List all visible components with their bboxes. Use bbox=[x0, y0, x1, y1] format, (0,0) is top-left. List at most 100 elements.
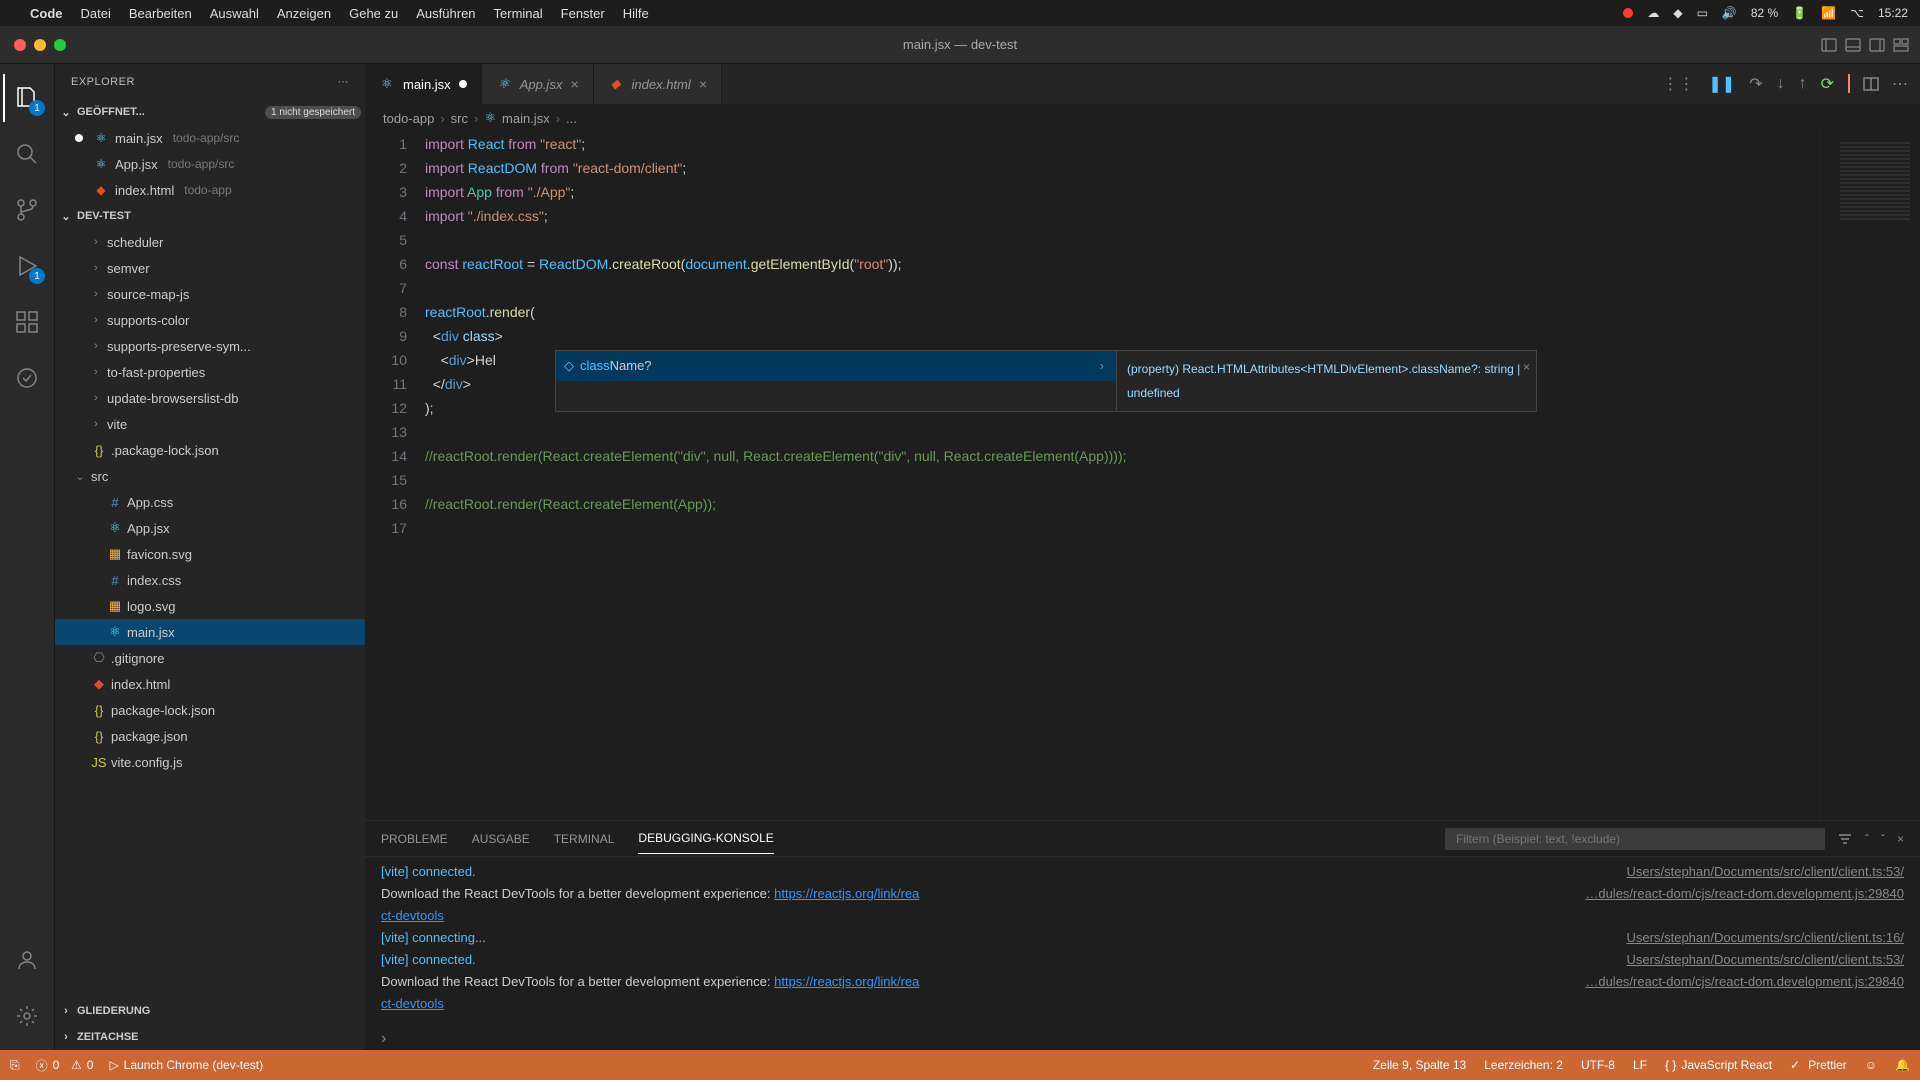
autocomplete-popup[interactable]: ◇ className? › (property) React.HTMLAttr… bbox=[555, 350, 1537, 412]
debug-stop-button[interactable] bbox=[1848, 75, 1850, 93]
panel-collapse-icon[interactable]: ˆ bbox=[1865, 832, 1869, 846]
file-tree-item[interactable]: ▦favicon.svg bbox=[55, 541, 365, 567]
breadcrumb-item[interactable]: src bbox=[451, 111, 468, 126]
file-tree-item[interactable]: ›vite bbox=[55, 411, 365, 437]
breadcrumb-item[interactable]: main.jsx bbox=[502, 111, 550, 126]
docker-icon[interactable]: ◆ bbox=[1673, 6, 1682, 20]
panel-tab-ausgabe[interactable]: AUSGABE bbox=[472, 824, 530, 854]
close-icon[interactable]: × bbox=[1523, 355, 1530, 379]
log-source-link[interactable]: Users/stephan/Documents/src/client/clien… bbox=[1627, 949, 1904, 971]
log-source-link[interactable]: …dules/react-dom/cjs/react-dom.developme… bbox=[1585, 883, 1904, 905]
recording-indicator-icon[interactable] bbox=[1623, 8, 1633, 18]
sidebar-more-icon[interactable]: ⋯ bbox=[338, 75, 350, 88]
file-tree-item[interactable]: {}package-lock.json bbox=[55, 697, 365, 723]
panel-tab-terminal[interactable]: TERMINAL bbox=[554, 824, 615, 854]
activity-extensions[interactable] bbox=[3, 298, 51, 346]
status-feedback-icon[interactable]: ☺ bbox=[1865, 1058, 1877, 1072]
window-minimize-button[interactable] bbox=[34, 39, 46, 51]
file-tree-item[interactable]: ⎔.gitignore bbox=[55, 645, 365, 671]
status-bell-icon[interactable]: 🔔 bbox=[1895, 1058, 1910, 1072]
status-cursor-position[interactable]: Zeile 9, Spalte 13 bbox=[1373, 1058, 1466, 1072]
code-content[interactable]: import React from "react"; import ReactD… bbox=[425, 132, 1920, 820]
close-icon[interactable]: × bbox=[570, 76, 578, 92]
menu-datei[interactable]: Datei bbox=[81, 6, 111, 21]
open-editor-item[interactable]: ⚛App.jsxtodo-app/src bbox=[55, 151, 365, 177]
file-tree-item[interactable]: ›to-fast-properties bbox=[55, 359, 365, 385]
editor-tab[interactable]: ⚛main.jsx bbox=[365, 64, 482, 104]
menu-hilfe[interactable]: Hilfe bbox=[623, 6, 649, 21]
layout-sidebar-right-icon[interactable] bbox=[1868, 36, 1886, 54]
activity-search[interactable] bbox=[3, 130, 51, 178]
menu-bearbeiten[interactable]: Bearbeiten bbox=[129, 6, 192, 21]
activity-account[interactable] bbox=[3, 936, 51, 984]
editor-more-icon[interactable]: ⋯ bbox=[1892, 74, 1908, 94]
panel-close-icon[interactable]: × bbox=[1897, 832, 1904, 846]
status-prettier[interactable]: Prettier bbox=[1790, 1058, 1847, 1072]
status-eol[interactable]: LF bbox=[1633, 1058, 1647, 1072]
clock[interactable]: 15:22 bbox=[1878, 6, 1908, 20]
file-tree-item[interactable]: ⚛App.jsx bbox=[55, 515, 365, 541]
autocomplete-item[interactable]: ◇ className? › bbox=[556, 351, 1116, 381]
editor-tab[interactable]: ◆index.html× bbox=[594, 64, 722, 104]
display-icon[interactable]: ▭ bbox=[1697, 6, 1708, 20]
file-tree-item[interactable]: ◆index.html bbox=[55, 671, 365, 697]
volume-icon[interactable]: 🔊 bbox=[1722, 6, 1737, 20]
debug-console-output[interactable]: [vite] connected.Users/stephan/Documents… bbox=[365, 857, 1920, 1028]
status-remote[interactable]: ⎘ bbox=[10, 1058, 20, 1073]
battery-icon[interactable]: 🔋 bbox=[1792, 6, 1807, 20]
panel-tab-debug-console[interactable]: DEBUGGING-KONSOLE bbox=[638, 823, 773, 854]
timeline-section[interactable]: › ZEITACHSE bbox=[55, 1024, 365, 1050]
breadcrumbs[interactable]: todo-app › src › ⚛ main.jsx › ... bbox=[365, 104, 1920, 132]
filter-settings-icon[interactable] bbox=[1837, 831, 1853, 847]
file-tree-item[interactable]: #App.css bbox=[55, 489, 365, 515]
activity-remote[interactable] bbox=[3, 354, 51, 402]
breadcrumb-item[interactable]: ... bbox=[566, 111, 577, 126]
menu-fenster[interactable]: Fenster bbox=[561, 6, 605, 21]
activity-settings[interactable] bbox=[3, 992, 51, 1040]
status-encoding[interactable]: UTF-8 bbox=[1581, 1058, 1615, 1072]
outline-section[interactable]: › GLIEDERUNG bbox=[55, 998, 365, 1024]
menu-anzeigen[interactable]: Anzeigen bbox=[277, 6, 331, 21]
file-tree-item[interactable]: ›source-map-js bbox=[55, 281, 365, 307]
debug-step-into-button[interactable]: ↓ bbox=[1777, 75, 1785, 93]
window-close-button[interactable] bbox=[14, 39, 26, 51]
open-editors-section[interactable]: ⌄ GEÖFFNET... 1 nicht gespeichert bbox=[55, 99, 365, 125]
cloud-icon[interactable]: ☁ bbox=[1647, 6, 1659, 20]
file-tree-item[interactable]: ›semver bbox=[55, 255, 365, 281]
file-tree-item[interactable]: ⌄src bbox=[55, 463, 365, 489]
activity-debug[interactable]: 1 bbox=[3, 242, 51, 290]
panel-filter-input[interactable] bbox=[1445, 828, 1825, 850]
menu-ausfuehren[interactable]: Ausführen bbox=[416, 6, 475, 21]
menu-terminal[interactable]: Terminal bbox=[494, 6, 543, 21]
file-tree-item[interactable]: ›scheduler bbox=[55, 229, 365, 255]
file-tree-item[interactable]: ⚛main.jsx bbox=[55, 619, 365, 645]
battery-percent[interactable]: 82 % bbox=[1751, 6, 1778, 20]
debug-pause-button[interactable]: ❚❚ bbox=[1708, 74, 1735, 94]
file-tree-item[interactable]: {}.package-lock.json bbox=[55, 437, 365, 463]
close-icon[interactable]: × bbox=[699, 76, 707, 92]
file-tree-item[interactable]: #index.css bbox=[55, 567, 365, 593]
activity-source-control[interactable] bbox=[3, 186, 51, 234]
open-editor-item[interactable]: ◆index.htmltodo-app bbox=[55, 177, 365, 203]
debug-step-over-button[interactable]: ↷ bbox=[1749, 74, 1762, 94]
layout-panel-icon[interactable] bbox=[1844, 36, 1862, 54]
log-source-link[interactable]: …dules/react-dom/cjs/react-dom.developme… bbox=[1585, 971, 1904, 993]
debug-console-prompt[interactable]: › bbox=[365, 1028, 1920, 1050]
debug-restart-button[interactable]: ⟳ bbox=[1821, 74, 1834, 94]
minimap[interactable] bbox=[1820, 132, 1920, 820]
file-tree-item[interactable]: ▦logo.svg bbox=[55, 593, 365, 619]
menubar-app[interactable]: Code bbox=[30, 6, 63, 21]
log-source-link[interactable]: Users/stephan/Documents/src/client/clien… bbox=[1627, 861, 1904, 883]
file-tree-item[interactable]: ›update-browserslist-db bbox=[55, 385, 365, 411]
file-tree-item[interactable]: {}package.json bbox=[55, 723, 365, 749]
code-editor[interactable]: 1234567891011121314151617 import React f… bbox=[365, 132, 1920, 820]
layout-customize-icon[interactable] bbox=[1892, 36, 1910, 54]
activity-explorer[interactable]: 1 bbox=[3, 74, 51, 122]
file-tree-item[interactable]: ›supports-preserve-sym... bbox=[55, 333, 365, 359]
file-tree-item[interactable]: JSvite.config.js bbox=[55, 749, 365, 775]
wifi-icon[interactable]: 📶 bbox=[1821, 6, 1836, 20]
open-editor-item[interactable]: ⚛main.jsxtodo-app/src bbox=[55, 125, 365, 151]
status-errors[interactable]: ⓧ 0 ⚠ 0 bbox=[36, 1057, 94, 1074]
panel-tab-probleme[interactable]: PROBLEME bbox=[381, 824, 448, 854]
panel-maximize-icon[interactable]: ˇ bbox=[1881, 832, 1885, 846]
